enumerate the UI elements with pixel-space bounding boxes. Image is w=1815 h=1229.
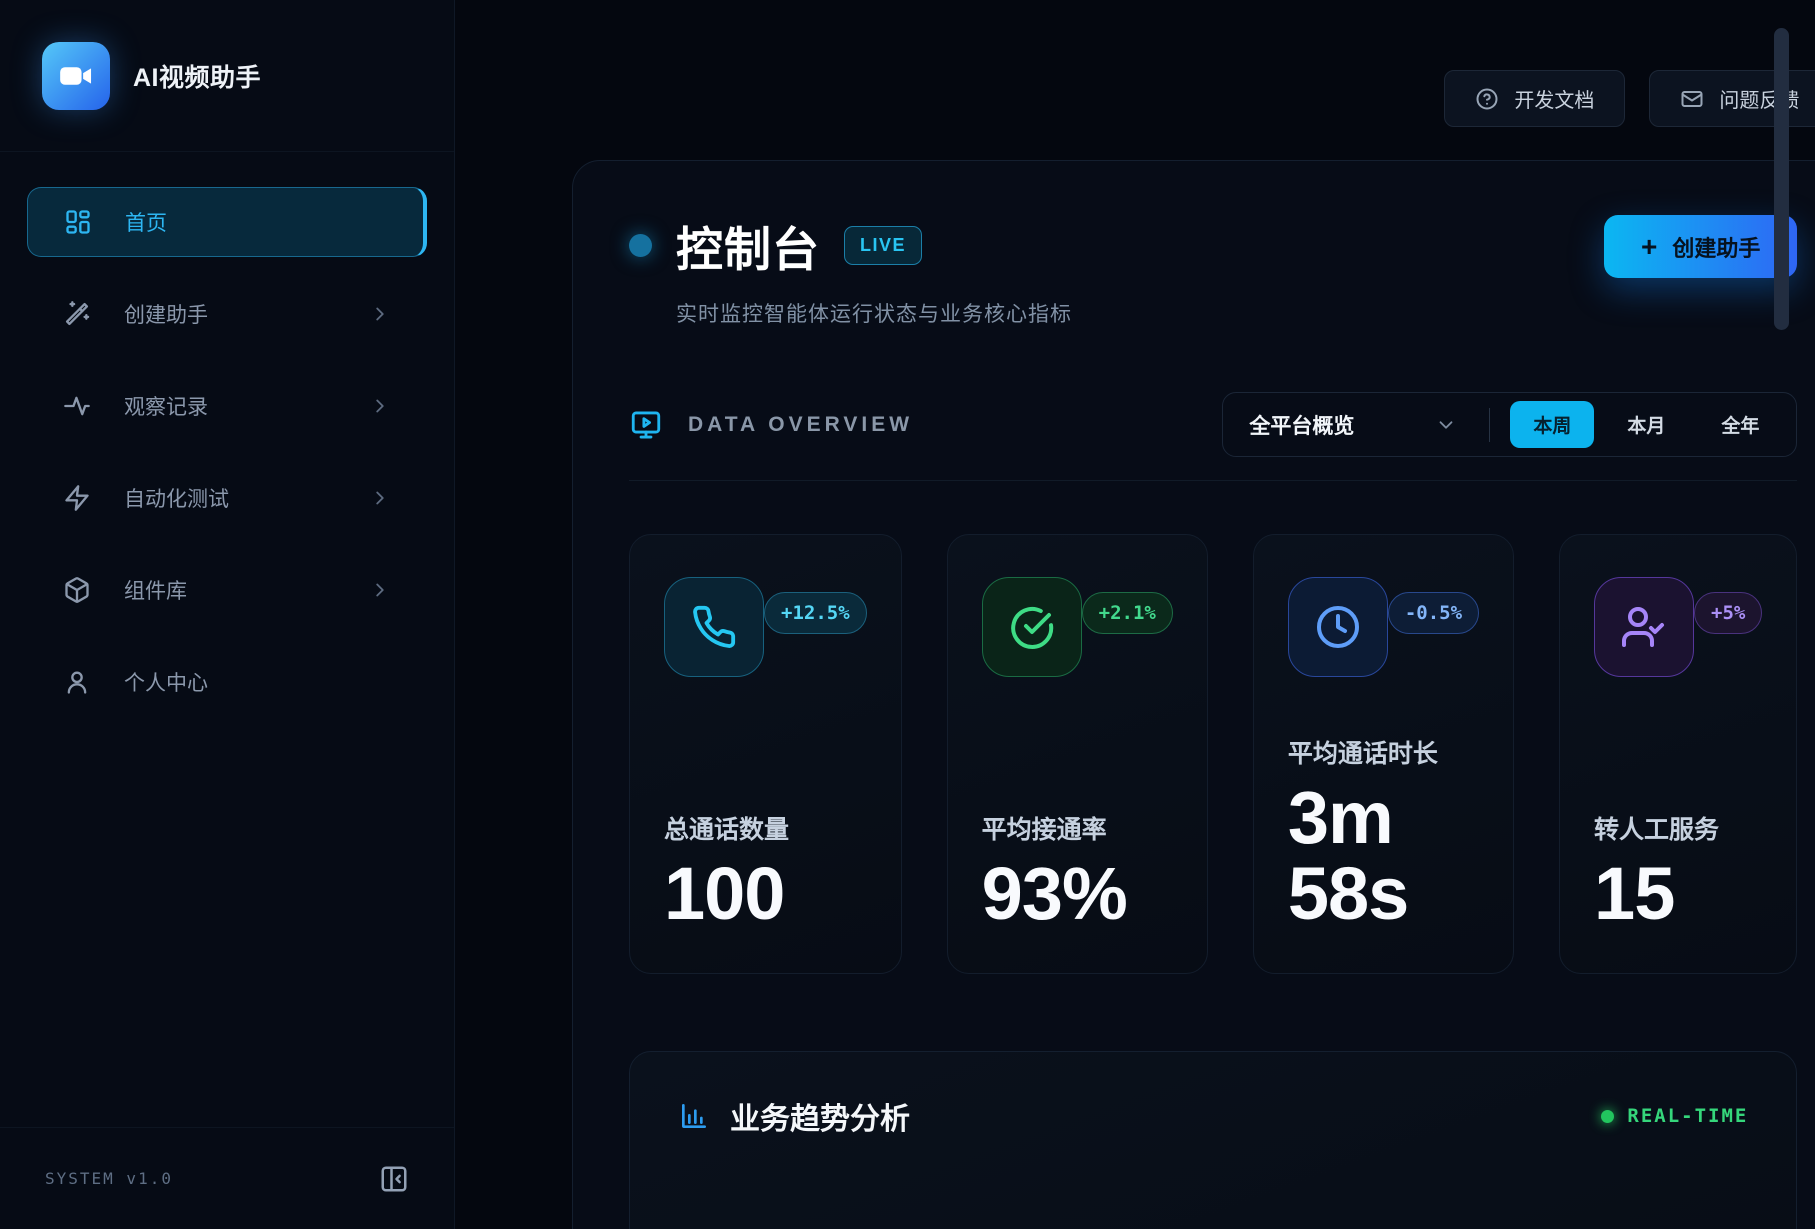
- stat-badge: +5%: [1694, 592, 1762, 634]
- time-range-tabs: 本周 本月 全年: [1510, 401, 1782, 448]
- selector-divider: [1489, 408, 1490, 442]
- sidebar-item-home[interactable]: 首页: [27, 187, 427, 257]
- stat-value: 93%: [982, 856, 1173, 931]
- trend-title: 业务趋势分析: [730, 1094, 910, 1138]
- page-subtitle: 实时监控智能体运行状态与业务核心指标: [676, 298, 1072, 328]
- user-icon: [63, 668, 91, 696]
- chevron-right-icon: [369, 395, 391, 417]
- sidebar-item-observation-log[interactable]: 观察记录: [27, 371, 427, 441]
- app-root: AI视频助手 首页 创建助手: [0, 0, 1815, 1229]
- data-overview-heading: DATA OVERVIEW: [629, 408, 913, 442]
- app-title: AI视频助手: [133, 58, 261, 94]
- wand-icon: [63, 300, 91, 328]
- trend-analysis-card: 业务趋势分析 REAL-TIME: [629, 1051, 1797, 1229]
- sidebar-item-label: 观察记录: [124, 391, 208, 421]
- video-camera-icon: [57, 57, 95, 95]
- stat-badge: -0.5%: [1388, 592, 1479, 634]
- chevron-right-icon: [369, 579, 391, 601]
- panel-collapse-icon: [379, 1164, 409, 1194]
- stat-label: 平均接通率: [982, 810, 1173, 846]
- stat-badge: +12.5%: [764, 592, 867, 634]
- mail-icon: [1680, 87, 1704, 111]
- zap-icon: [63, 484, 91, 512]
- data-overview-row: DATA OVERVIEW 全平台概览 本周 本月 全年: [629, 392, 1797, 457]
- sidebar-header: AI视频助手: [0, 0, 454, 152]
- sidebar-item-label: 组件库: [124, 575, 187, 605]
- dev-docs-label: 开发文档: [1514, 84, 1594, 113]
- data-overview-label: DATA OVERVIEW: [688, 413, 913, 437]
- stat-card-total-calls: +12.5% 总通话数量 100: [629, 534, 902, 974]
- stat-label: 平均通话时长: [1288, 734, 1479, 770]
- section-divider: [629, 480, 1797, 481]
- system-version: SYSTEM v1.0: [45, 1169, 173, 1188]
- live-badge: LIVE: [844, 226, 922, 265]
- help-circle-icon: [1475, 87, 1499, 111]
- console-heading: 控制台 LIVE 实时监控智能体运行状态与业务核心指标: [629, 211, 1072, 328]
- range-selector: 全平台概览 本周 本月 全年: [1222, 392, 1797, 457]
- console-panel: 控制台 LIVE 实时监控智能体运行状态与业务核心指标 + 创建助手: [572, 160, 1815, 1229]
- main-area: 开发文档 问题反馈 控制台 LIVE 实时: [455, 0, 1815, 1229]
- stat-badge: +2.1%: [1082, 592, 1173, 634]
- bar-chart-icon: [678, 1100, 710, 1132]
- tab-this-year[interactable]: 全年: [1698, 401, 1782, 448]
- realtime-status: REAL-TIME: [1601, 1105, 1748, 1127]
- plus-icon: +: [1641, 233, 1657, 261]
- realtime-label: REAL-TIME: [1627, 1105, 1748, 1127]
- stat-label: 转人工服务: [1594, 810, 1762, 846]
- sidebar-item-label: 个人中心: [124, 667, 208, 697]
- dev-docs-button[interactable]: 开发文档: [1444, 70, 1625, 127]
- user-check-icon: [1594, 577, 1694, 677]
- create-assistant-label: 创建助手: [1672, 231, 1760, 263]
- sidebar-item-personal-center[interactable]: 个人中心: [27, 647, 427, 717]
- chevron-right-icon: [369, 303, 391, 325]
- box-icon: [63, 576, 91, 604]
- sidebar-nav: 首页 创建助手: [0, 152, 454, 1127]
- sidebar-footer: SYSTEM v1.0: [0, 1127, 454, 1229]
- stat-label: 总通话数量: [664, 810, 867, 846]
- tab-this-week[interactable]: 本周: [1510, 401, 1594, 448]
- panel-header: 控制台 LIVE 实时监控智能体运行状态与业务核心指标 + 创建助手: [629, 211, 1797, 328]
- stat-value: 100: [664, 856, 867, 931]
- sidebar-item-component-library[interactable]: 组件库: [27, 555, 427, 625]
- stat-card-answer-rate: +2.1% 平均接通率 93%: [947, 534, 1208, 974]
- stat-card-human-transfer: +5% 转人工服务 15: [1559, 534, 1797, 974]
- chevron-right-icon: [369, 487, 391, 509]
- create-assistant-button[interactable]: + 创建助手: [1604, 215, 1797, 278]
- phone-icon: [664, 577, 764, 677]
- status-dot: [629, 234, 652, 257]
- stat-cards: +12.5% 总通话数量 100 +2.1%: [629, 534, 1797, 974]
- sidebar-item-automation-test[interactable]: 自动化测试: [27, 463, 427, 533]
- chevron-down-icon: [1435, 414, 1457, 436]
- sidebar-item-label: 首页: [125, 207, 167, 237]
- sidebar-item-create-assistant[interactable]: 创建助手: [27, 279, 427, 349]
- sidebar: AI视频助手 首页 创建助手: [0, 0, 455, 1229]
- clock-icon: [1288, 577, 1388, 677]
- green-status-dot: [1601, 1110, 1614, 1123]
- activity-icon: [63, 392, 91, 420]
- sidebar-item-label: 创建助手: [124, 299, 208, 329]
- app-logo: [42, 42, 110, 110]
- stat-value: 15: [1594, 856, 1762, 931]
- check-circle-icon: [982, 577, 1082, 677]
- dashboard-icon: [64, 208, 92, 236]
- stat-card-avg-duration: -0.5% 平均通话时长 3m 58s: [1253, 534, 1514, 974]
- topbar: 开发文档 问题反馈: [455, 0, 1815, 127]
- vertical-scrollbar[interactable]: [1774, 28, 1789, 330]
- tab-this-month[interactable]: 本月: [1604, 401, 1688, 448]
- sidebar-collapse-button[interactable]: [379, 1164, 409, 1194]
- monitor-play-icon: [629, 408, 663, 442]
- platform-dropdown[interactable]: 全平台概览: [1237, 410, 1469, 440]
- feedback-button[interactable]: 问题反馈: [1649, 70, 1815, 127]
- stat-value: 3m 58s: [1288, 780, 1479, 931]
- platform-dropdown-value: 全平台概览: [1249, 410, 1354, 440]
- page-title: 控制台: [676, 211, 820, 280]
- sidebar-item-label: 自动化测试: [124, 483, 229, 513]
